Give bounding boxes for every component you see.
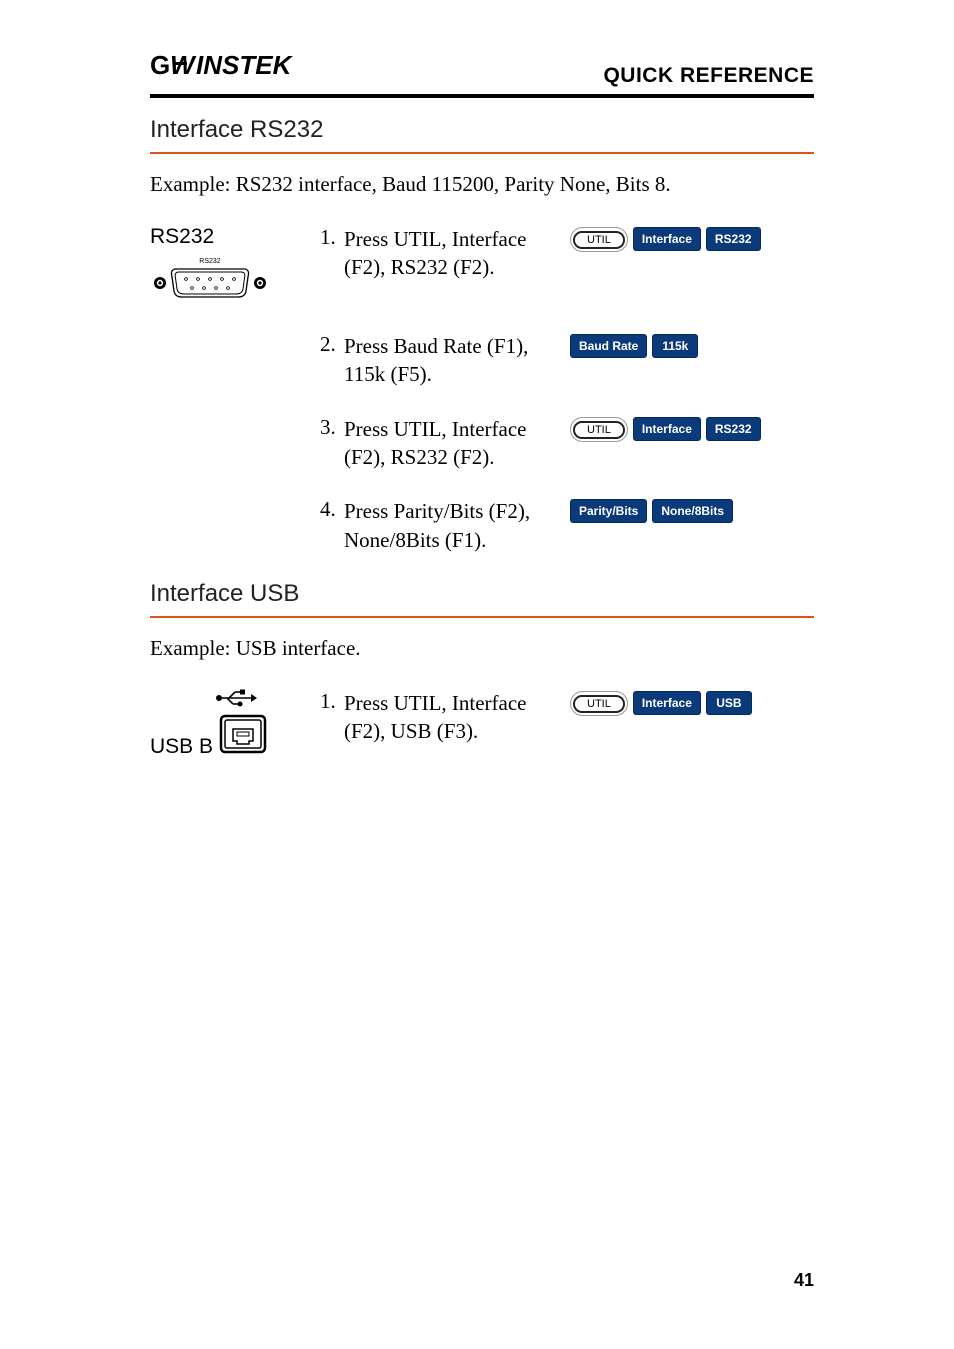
usb-button: USB	[706, 691, 752, 715]
step-text: Press Parity/Bits (F2), None/8Bits (F1).	[344, 497, 570, 554]
baudrate-button: Baud Rate	[570, 334, 647, 358]
rs232-connector-icon: RS232	[150, 255, 320, 306]
step-text: Press UTIL, Interface (F2), USB (F3).	[344, 689, 570, 746]
util-button: UTIL	[570, 227, 628, 252]
usb-port-icon	[219, 714, 267, 759]
step-number: 3.	[320, 415, 344, 472]
util-button: UTIL	[570, 691, 628, 716]
115k-button: 115k	[652, 334, 698, 358]
none8bits-button: None/8Bits	[652, 499, 733, 523]
paritybits-button: Parity/Bits	[570, 499, 647, 523]
section-title-rs232: Interface RS232	[150, 116, 814, 154]
interface-button: Interface	[633, 691, 701, 715]
page-header: G W INSTEK QUICK REFERENCE	[150, 50, 814, 98]
example-rs232: Example: RS232 interface, Baud 115200, P…	[150, 172, 814, 197]
svg-text:INSTEK: INSTEK	[196, 50, 294, 80]
left-label-usb: USB B	[150, 735, 213, 759]
step-number: 4.	[320, 497, 344, 554]
step-number: 2.	[320, 332, 344, 389]
connector-label: RS232	[199, 258, 221, 265]
interface-button: Interface	[633, 417, 701, 441]
rs232-button: RS232	[706, 417, 761, 441]
example-usb: Example: USB interface.	[150, 636, 814, 661]
step-text: Press UTIL, Interface (F2), RS232 (F2).	[344, 415, 570, 472]
step-number: 1.	[320, 225, 344, 282]
rs232-button: RS232	[706, 227, 761, 251]
svg-text:G: G	[150, 50, 171, 80]
brand-logo: G W INSTEK	[150, 50, 320, 88]
step-text: Press Baud Rate (F1), 115k (F5).	[344, 332, 570, 389]
usb-trident-icon	[150, 689, 320, 712]
section-title-usb: Interface USB	[150, 580, 814, 618]
interface-button: Interface	[633, 227, 701, 251]
page-number: 41	[794, 1270, 814, 1291]
step-number: 1.	[320, 689, 344, 746]
util-button: UTIL	[570, 417, 628, 442]
step-text: Press UTIL, Interface (F2), RS232 (F2).	[344, 225, 570, 282]
header-section-label: QUICK REFERENCE	[603, 64, 814, 88]
left-label-rs232: RS232	[150, 225, 320, 249]
